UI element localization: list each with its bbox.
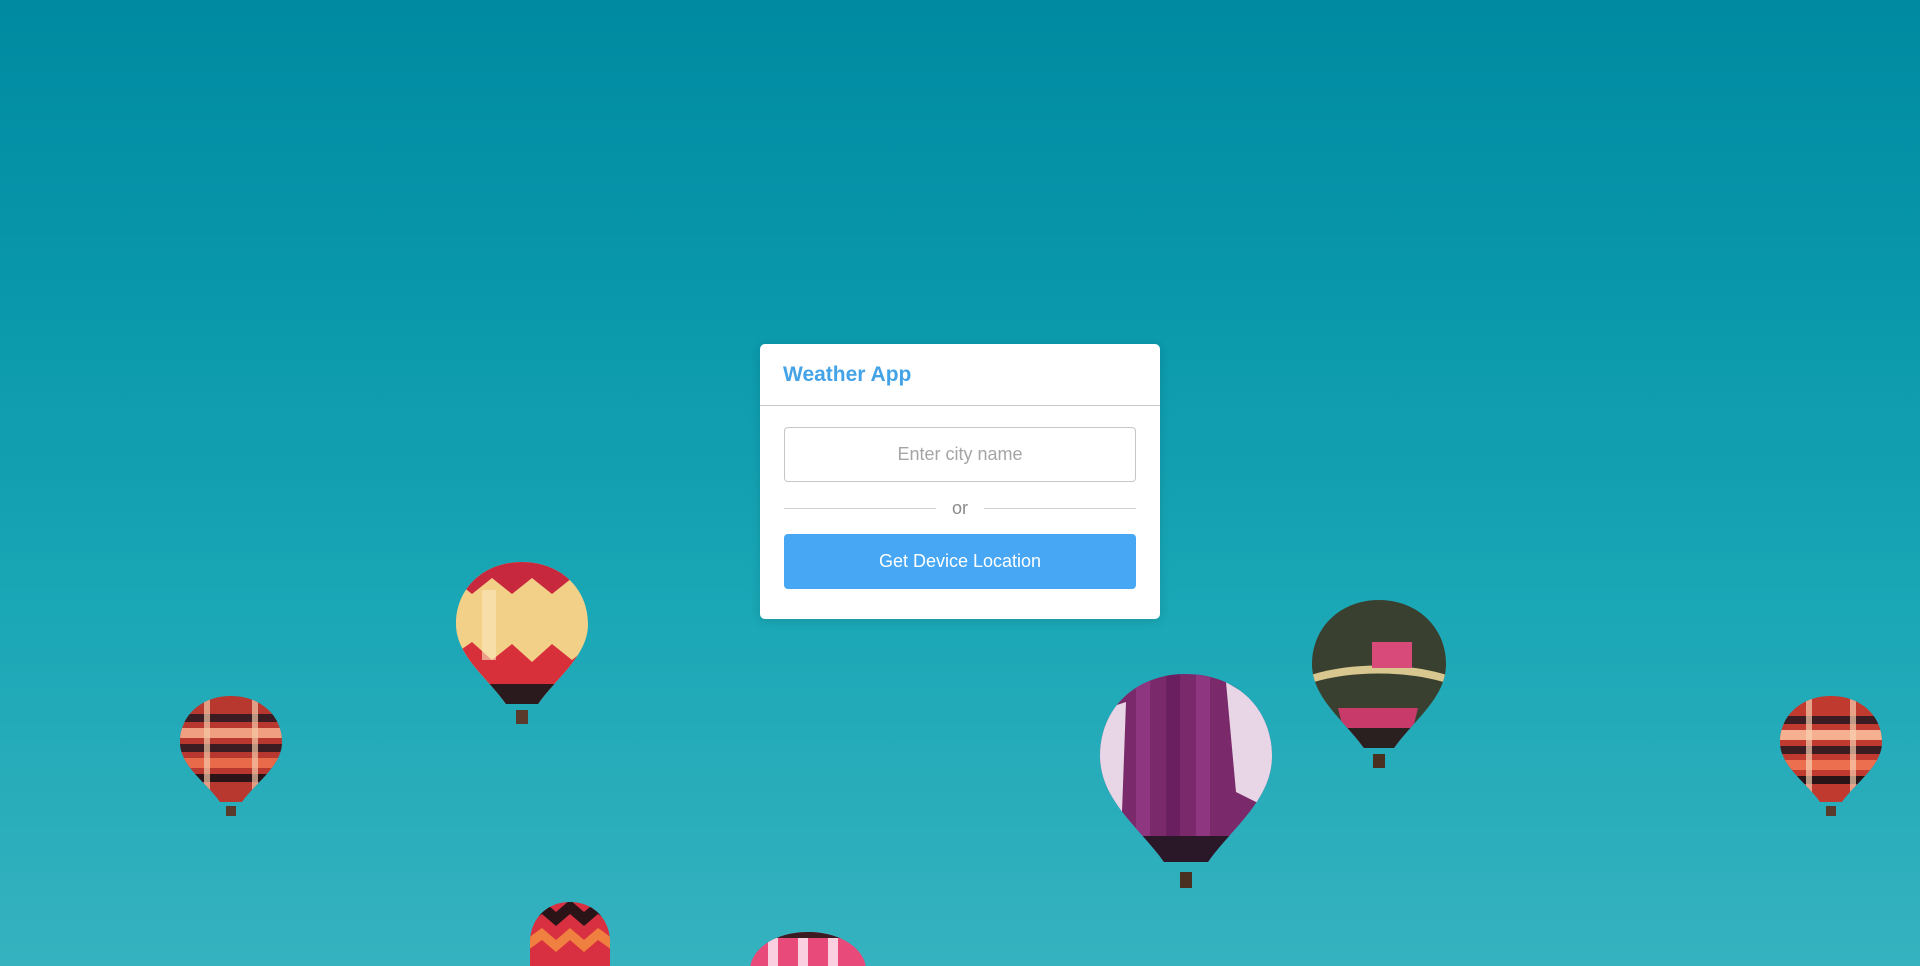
or-divider: or [784, 482, 1137, 534]
hot-air-balloon-icon [1312, 600, 1446, 768]
or-label: or [952, 497, 969, 518]
divider-line-left [784, 507, 936, 509]
hot-air-balloon-icon [1100, 674, 1272, 888]
hot-air-balloon-icon [1780, 696, 1882, 816]
app-title: Weather App [783, 362, 912, 386]
card-body: or Get Device Location [760, 406, 1160, 589]
hot-air-balloon-icon [456, 562, 588, 724]
hot-air-balloon-icon [530, 902, 610, 966]
hot-air-balloon-icon [750, 932, 866, 966]
divider-line-right [984, 507, 1137, 509]
card-header: Weather App [760, 344, 1160, 406]
hot-air-balloon-icon [180, 696, 282, 816]
weather-card: Weather App or Get Device Location [760, 344, 1160, 619]
get-device-location-button[interactable]: Get Device Location [784, 534, 1136, 589]
city-search-input[interactable] [784, 427, 1136, 482]
